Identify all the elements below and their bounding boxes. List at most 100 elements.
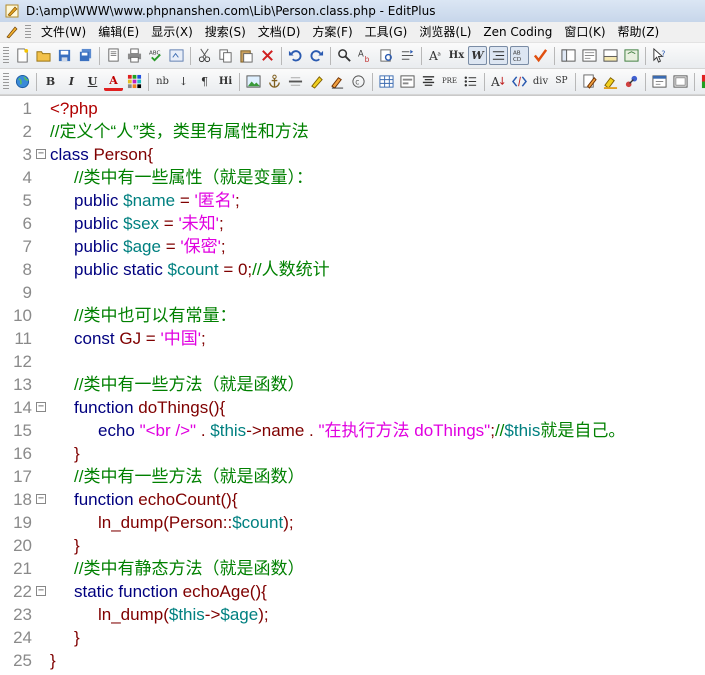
marker-icon[interactable] — [307, 72, 326, 91]
code-line[interactable]: 2 //定义个“人”类，类里有属性和方法 — [0, 120, 705, 143]
line-break-button[interactable]: ↓ — [174, 72, 193, 91]
menu-window[interactable]: 窗口(K) — [558, 23, 611, 42]
code-line[interactable]: 5 public $name = '匿名'; — [0, 189, 705, 212]
code-line[interactable]: 16} — [0, 442, 705, 465]
menu-document[interactable]: 文档(D) — [252, 23, 307, 42]
code-line[interactable]: 3− class Person{ — [0, 143, 705, 166]
div-button[interactable]: div — [531, 72, 550, 91]
fold-toggle-icon[interactable]: − — [36, 402, 46, 412]
list-icon[interactable] — [461, 72, 480, 91]
goto-line-icon[interactable] — [398, 46, 417, 65]
code-line[interactable]: 24} — [0, 626, 705, 649]
hr-icon[interactable] — [286, 72, 305, 91]
directory-window-icon[interactable] — [559, 46, 578, 65]
menu-edit[interactable]: 编辑(E) — [92, 23, 145, 42]
code-line[interactable]: 7 public $age = '保密'; — [0, 235, 705, 258]
code-line[interactable]: 25} — [0, 649, 705, 672]
preformatted-button[interactable]: PRE — [440, 72, 459, 91]
find-in-files-icon[interactable] — [377, 46, 396, 65]
anchor-icon[interactable] — [265, 72, 284, 91]
tools-icon[interactable] — [622, 72, 641, 91]
copyright-icon[interactable]: c — [349, 72, 368, 91]
replace-icon[interactable]: Ab — [356, 46, 375, 65]
code-line[interactable]: 9 — [0, 281, 705, 304]
spell-check-icon[interactable]: ABC — [146, 46, 165, 65]
code-line[interactable]: 10 //类中也可以有常量： — [0, 304, 705, 327]
code-line[interactable]: 15 echo "<br />" . $this->name . "在执行方法 d… — [0, 419, 705, 442]
code-line[interactable]: 20} — [0, 534, 705, 557]
help-cursor-icon[interactable]: ? — [650, 46, 669, 65]
menu-view[interactable]: 显示(X) — [145, 23, 199, 42]
table-icon[interactable] — [377, 72, 396, 91]
align-center-icon[interactable] — [419, 72, 438, 91]
delete-icon[interactable] — [258, 46, 277, 65]
form-icon[interactable] — [398, 72, 417, 91]
code-line[interactable]: 18− function echoCount(){ — [0, 488, 705, 511]
code-line[interactable]: 4 //类中有一些属性（就是变量）： — [0, 166, 705, 189]
menu-zen-coding[interactable]: Zen Coding — [477, 23, 558, 42]
font-icon[interactable]: Aa — [426, 46, 445, 65]
code-line[interactable]: 14− function doThings(){ — [0, 396, 705, 419]
code-line[interactable]: 21 //类中有静态方法（就是函数） — [0, 557, 705, 580]
open-folder-icon[interactable] — [34, 46, 53, 65]
ruler-icon[interactable]: AB CD — [510, 46, 529, 65]
document-selector-icon[interactable] — [167, 46, 186, 65]
code-line[interactable]: 22− static function echoAge(){ — [0, 580, 705, 603]
toolbar-grip[interactable] — [3, 46, 9, 65]
underline-button[interactable]: U — [83, 72, 102, 91]
code-line[interactable]: 8 public static $count = 0;//人数统计 — [0, 258, 705, 281]
code-line[interactable]: 11 const GJ = '中国'; — [0, 327, 705, 350]
fold-toggle-icon[interactable]: − — [36, 149, 46, 159]
nbsp-button[interactable]: nb — [153, 72, 172, 91]
calendar-icon[interactable] — [650, 72, 669, 91]
font-size-icon[interactable]: A — [489, 72, 508, 91]
code-editor[interactable]: 1 <?php 2//定义个“人”类，类里有属性和方法 3− class Person{… — [0, 95, 705, 675]
menu-project[interactable]: 方案(F) — [306, 23, 358, 42]
paste-icon[interactable] — [237, 46, 256, 65]
menu-search[interactable]: 搜索(S) — [199, 23, 252, 42]
menu-browser[interactable]: 浏览器(L) — [413, 23, 477, 42]
code-line[interactable]: 6 public $sex = '未知'; — [0, 212, 705, 235]
toolbar-grip[interactable] — [3, 72, 9, 91]
cut-icon[interactable] — [195, 46, 214, 65]
italic-button[interactable]: I — [62, 72, 81, 91]
code-line[interactable]: 1 <?php — [0, 97, 705, 120]
save-all-icon[interactable] — [76, 46, 95, 65]
color-palette-icon[interactable] — [699, 72, 705, 91]
save-icon[interactable] — [55, 46, 74, 65]
menu-grip[interactable] — [25, 24, 31, 40]
print-preview-icon[interactable] — [104, 46, 123, 65]
word-wrap-button[interactable]: W — [468, 46, 487, 65]
heading-button[interactable]: Hi — [216, 72, 235, 91]
paragraph-button[interactable]: ¶ — [195, 72, 214, 91]
fullscreen-icon[interactable] — [622, 46, 641, 65]
menu-help[interactable]: 帮助(Z) — [612, 23, 666, 42]
edit-doc-icon[interactable] — [580, 72, 599, 91]
hx-button[interactable]: Hx — [447, 46, 466, 65]
code-line[interactable]: 17 //类中有一些方法（就是函数） — [0, 465, 705, 488]
menu-file[interactable]: 文件(W) — [35, 23, 92, 42]
highlight-icon[interactable] — [601, 72, 620, 91]
new-file-icon[interactable] — [13, 46, 32, 65]
comment-icon[interactable] — [328, 72, 347, 91]
code-line[interactable]: 12 — [0, 350, 705, 373]
color-grid-icon[interactable] — [125, 72, 144, 91]
output-window-icon[interactable] — [601, 46, 620, 65]
redo-icon[interactable] — [307, 46, 326, 65]
code-line[interactable]: 13 //类中有一些方法（就是函数） — [0, 373, 705, 396]
fold-toggle-icon[interactable]: − — [36, 494, 46, 504]
image-icon[interactable] — [244, 72, 263, 91]
copy-icon[interactable] — [216, 46, 235, 65]
find-icon[interactable] — [335, 46, 354, 65]
code-line[interactable]: 23 ln_dump($this->$age); — [0, 603, 705, 626]
print-icon[interactable] — [125, 46, 144, 65]
browser-globe-icon[interactable] — [13, 72, 32, 91]
menu-tools[interactable]: 工具(G) — [359, 23, 414, 42]
span-button[interactable]: SP — [552, 72, 571, 91]
code-line[interactable]: 19 ln_dump(Person::$count); — [0, 511, 705, 534]
cliptext-window-icon[interactable] — [580, 46, 599, 65]
fold-toggle-icon[interactable]: − — [36, 586, 46, 596]
font-color-button[interactable]: A — [104, 72, 123, 91]
undo-icon[interactable] — [286, 46, 305, 65]
bold-button[interactable]: B — [41, 72, 60, 91]
